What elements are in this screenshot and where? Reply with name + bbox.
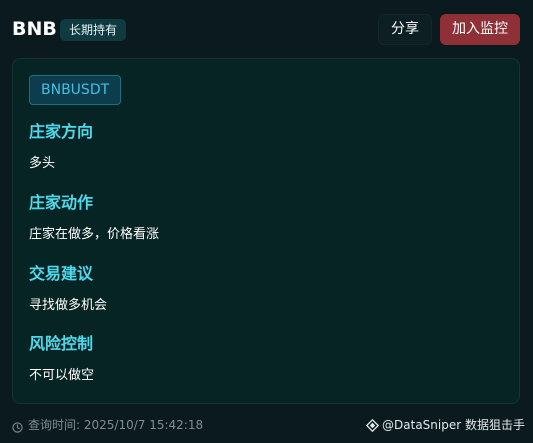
section-text-direction: 多头 [29,156,56,171]
query-time-text: 查询时间: 2025/10/7 15:42:18 [28,418,204,432]
header: BNB 长期持有 分享 加入监控 [0,0,533,58]
section-heading-suggestion: 交易建议 [29,264,94,283]
add-monitor-button[interactable]: 加入监控 [440,14,520,45]
section-heading-risk: 风险控制 [29,334,94,353]
analysis-card: BNBUSDT 庄家方向 多头 庄家动作 庄家在做多，价格看涨 交易建议 寻找做… [12,58,520,404]
query-time: 查询时间: 2025/10/7 15:42:18 [12,416,203,434]
share-button[interactable]: 分享 [378,14,432,45]
datasniper-logo-icon [365,418,380,432]
section-text-action: 庄家在做多，价格看涨 [29,227,160,242]
section-text-risk: 不可以做空 [29,368,95,383]
section-heading-direction: 庄家方向 [29,122,94,141]
brand-credit: @DataSniper 数据狙击手 [365,416,525,434]
clock-icon [12,420,23,433]
holding-tag: 长期持有 [60,19,127,41]
brand-text: @DataSniper 数据狙击手 [382,418,525,432]
symbol-badge: BNBUSDT [29,75,122,105]
coin-title: BNB [12,18,57,40]
section-heading-action: 庄家动作 [29,193,94,212]
section-text-suggestion: 寻找做多机会 [29,298,108,313]
